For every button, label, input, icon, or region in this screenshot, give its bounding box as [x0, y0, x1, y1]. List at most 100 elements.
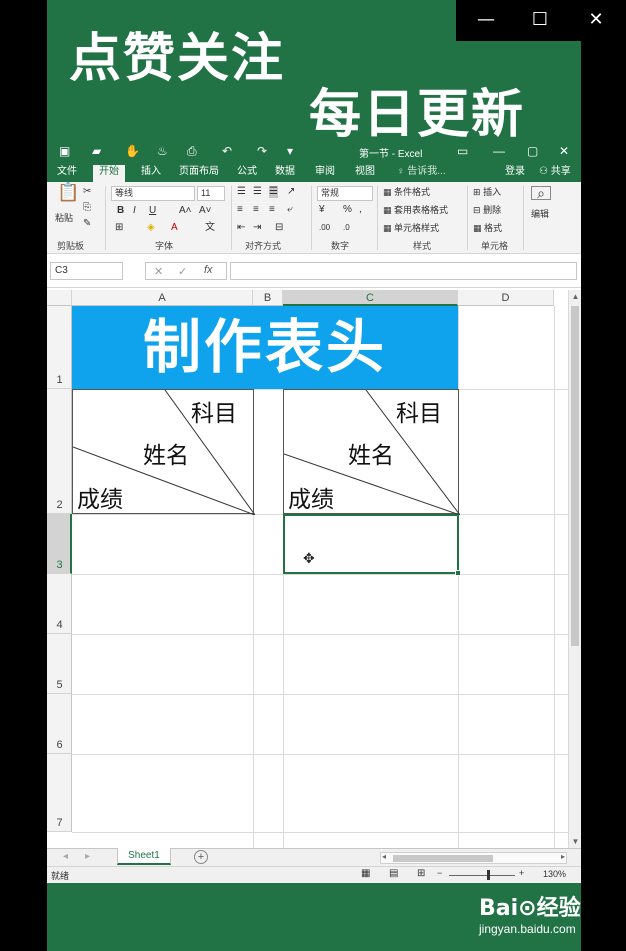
zoom-slider[interactable] [449, 875, 515, 876]
tab-formulas[interactable]: 公式 [231, 165, 263, 182]
page-break-view-icon[interactable]: ⊞ [417, 868, 425, 879]
zoom-level[interactable]: 130% [543, 869, 566, 879]
col-header-b[interactable]: B [253, 290, 283, 306]
align-bottom-icon[interactable]: ☰ [269, 186, 278, 198]
select-all-corner[interactable] [47, 290, 72, 306]
merged-header-cell[interactable]: 制作表头 [72, 306, 458, 389]
page-layout-view-icon[interactable]: ▤ [389, 868, 398, 879]
copy-icon[interactable]: ⎘ [83, 202, 91, 214]
share-button[interactable]: ⚇ 共享 [533, 165, 577, 182]
format-as-table-button[interactable]: ▦ 套用表格格式 [383, 204, 448, 216]
insert-cells-button[interactable]: ⊞ 插入 [473, 186, 501, 198]
row-header-4[interactable]: 4 [47, 574, 72, 634]
scroll-thumb[interactable] [393, 855, 493, 862]
orientation-icon[interactable]: ↗ [287, 186, 295, 198]
tab-data[interactable]: 数据 [269, 165, 301, 182]
row-header-6[interactable]: 6 [47, 694, 72, 754]
undo-icon[interactable]: ↶ [222, 143, 232, 159]
fill-color-icon[interactable]: ◈ [147, 222, 155, 234]
scroll-thumb[interactable] [571, 306, 579, 646]
edit-label[interactable]: 编辑 [531, 208, 549, 220]
sheet-tab-sheet1[interactable]: Sheet1 [117, 848, 171, 865]
zoom-in-icon[interactable]: + [519, 868, 524, 878]
row-header-5[interactable]: 5 [47, 634, 72, 694]
col-header-d[interactable]: D [458, 290, 554, 306]
zoom-out-icon[interactable]: − [437, 868, 442, 878]
prev-sheet-icon[interactable]: ◂ [63, 851, 68, 862]
grow-font-icon[interactable]: A˄ [179, 205, 192, 217]
customize-qat-icon[interactable]: ▾ [287, 143, 293, 159]
tab-page-layout[interactable]: 页面布局 [173, 165, 225, 182]
format-cells-button[interactable]: ▦ 格式 [473, 222, 502, 234]
tab-home[interactable]: 开始 [93, 165, 125, 182]
cancel-icon[interactable]: ✕ [154, 265, 163, 278]
col-header-c[interactable]: C [283, 290, 458, 306]
row-header-7[interactable]: 7 [47, 754, 72, 832]
italic-icon[interactable]: I [133, 205, 136, 217]
shrink-font-icon[interactable]: A˅ [199, 205, 212, 217]
print-preview-icon[interactable]: ⎙ [187, 143, 197, 159]
insert-function-icon[interactable]: fx [204, 264, 213, 276]
phonetic-icon[interactable]: 文 [205, 222, 215, 234]
merge-center-icon[interactable]: ⊟ [275, 222, 283, 234]
ribbon-display-icon[interactable]: ▭ [457, 143, 468, 159]
scroll-left-icon[interactable]: ◂ [382, 852, 386, 861]
login-button[interactable]: 登录 [499, 165, 531, 182]
enter-icon[interactable]: ✓ [178, 265, 187, 278]
align-top-icon[interactable]: ☰ [237, 186, 246, 198]
tab-review[interactable]: 审阅 [309, 165, 341, 182]
close-icon[interactable]: ✕ [584, 8, 608, 32]
decrease-indent-icon[interactable]: ⇤ [237, 222, 245, 234]
save-icon[interactable]: ▣ [59, 143, 70, 159]
cut-icon[interactable]: ✂ [83, 186, 91, 198]
formula-input[interactable] [230, 262, 577, 280]
cell-styles-button[interactable]: ▦ 单元格样式 [383, 222, 439, 234]
tab-view[interactable]: 视图 [349, 165, 381, 182]
row-header-2[interactable]: 2 [47, 389, 72, 514]
maximize-icon[interactable]: ☐ [528, 8, 552, 32]
borders-icon[interactable]: ⊞ [115, 222, 123, 234]
close-icon[interactable]: ✕ [559, 143, 569, 159]
align-left-icon[interactable]: ≡ [237, 204, 243, 216]
search-icon[interactable]: ⌕ [531, 186, 551, 200]
spelling-icon[interactable]: ♨ [157, 143, 168, 159]
currency-icon[interactable]: ¥ [319, 204, 325, 216]
tab-insert[interactable]: 插入 [135, 165, 167, 182]
font-size-select[interactable]: 11 [197, 186, 225, 201]
row-header-1[interactable]: 1 [47, 306, 72, 389]
delete-cells-button[interactable]: ⊟ 删除 [473, 204, 501, 216]
zoom-slider-thumb[interactable] [487, 870, 490, 880]
increase-decimal-icon[interactable]: .00 [319, 222, 330, 234]
col-header-a[interactable]: A [72, 290, 253, 306]
paste-icon[interactable]: 📋 [57, 183, 79, 201]
sheet-grid[interactable]: A B C D 1 2 3 4 5 6 7 制作表头 科目 姓名 成绩 科目 姓… [47, 290, 581, 848]
decrease-decimal-icon[interactable]: .0 [343, 222, 350, 234]
scroll-down-icon[interactable]: ▼ [569, 837, 581, 846]
number-format-select[interactable]: 常规 [317, 186, 373, 201]
wrap-text-icon[interactable]: ⤶ [287, 204, 293, 216]
add-sheet-icon[interactable]: + [194, 850, 208, 864]
row-header-3[interactable]: 3 [47, 514, 72, 574]
name-box[interactable]: C3 [50, 262, 123, 280]
conditional-format-button[interactable]: ▦ 条件格式 [383, 186, 430, 198]
minimize-icon[interactable]: — [493, 143, 505, 159]
diagonal-header-cell-c2[interactable]: 科目 姓名 成绩 [283, 389, 460, 515]
next-sheet-icon[interactable]: ▸ [85, 851, 90, 862]
vertical-scrollbar[interactable]: ▲ ▼ [568, 290, 581, 848]
format-painter-icon[interactable]: ✎ [83, 218, 91, 230]
font-name-select[interactable]: 等线 [111, 186, 195, 201]
diagonal-header-cell-a2[interactable]: 科目 姓名 成绩 [72, 389, 255, 515]
underline-icon[interactable]: U [149, 205, 156, 217]
scroll-right-icon[interactable]: ▸ [561, 852, 565, 861]
increase-indent-icon[interactable]: ⇥ [253, 222, 261, 234]
minimize-icon[interactable]: — [474, 8, 498, 32]
accessibility-icon[interactable]: ✋ [125, 143, 140, 159]
tell-me-box[interactable]: ♀ 告诉我... [391, 165, 452, 182]
paste-label[interactable]: 粘贴 [55, 212, 73, 224]
open-icon[interactable]: ▰ [92, 143, 101, 159]
redo-icon[interactable]: ↷ [257, 143, 267, 159]
normal-view-icon[interactable]: ▦ [361, 868, 370, 879]
scroll-up-icon[interactable]: ▲ [569, 292, 581, 301]
font-color-icon[interactable]: A [171, 222, 178, 234]
bold-icon[interactable]: B [117, 205, 124, 217]
